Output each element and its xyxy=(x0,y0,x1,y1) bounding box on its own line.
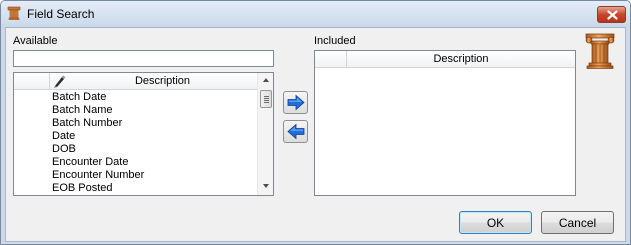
list-item[interactable]: DOB xyxy=(52,143,76,156)
available-grid[interactable]: Description Batch Date Batch Name Batch … xyxy=(13,72,274,196)
column-icon xyxy=(585,33,615,69)
list-item[interactable]: Encounter Date xyxy=(52,156,128,169)
add-button[interactable] xyxy=(283,91,308,114)
available-grid-header: Description xyxy=(14,73,257,90)
scroll-up-icon[interactable] xyxy=(258,73,274,87)
row-selector-header xyxy=(315,51,347,68)
search-input[interactable] xyxy=(13,50,274,67)
pencil-icon xyxy=(54,75,66,88)
arrow-left-icon xyxy=(287,123,305,140)
list-item[interactable]: EOB Posted xyxy=(52,182,113,195)
available-rows: Batch Date Batch Name Batch Number Date … xyxy=(14,91,257,195)
window-title: Field Search xyxy=(27,7,95,21)
dialog-body: Available Description Batch Date Batch N… xyxy=(5,27,626,242)
list-item[interactable]: Batch Number xyxy=(52,117,122,130)
list-item[interactable]: Date xyxy=(52,130,75,143)
available-label: Available xyxy=(13,35,58,47)
ok-button[interactable]: OK xyxy=(459,211,532,234)
list-item[interactable]: Batch Name xyxy=(52,104,113,117)
list-item[interactable]: Encounter Number xyxy=(52,169,144,182)
remove-button[interactable] xyxy=(283,120,308,143)
arrow-right-icon xyxy=(287,94,305,111)
included-label: Included xyxy=(314,35,356,47)
title-bar[interactable]: Field Search xyxy=(1,1,630,27)
field-search-dialog: Field Search Available Description Batch… xyxy=(0,0,631,245)
available-description-header[interactable]: Description xyxy=(68,73,257,90)
included-grid-header: Description xyxy=(315,51,575,68)
scroll-thumb[interactable] xyxy=(260,90,272,108)
scroll-down-icon[interactable] xyxy=(258,179,274,193)
close-button[interactable] xyxy=(597,6,626,23)
list-item[interactable]: Batch Date xyxy=(52,91,106,104)
column-icon xyxy=(7,6,21,20)
row-selector-header xyxy=(14,73,50,90)
close-icon xyxy=(607,10,618,20)
available-scrollbar[interactable] xyxy=(257,73,273,195)
included-grid[interactable]: Description xyxy=(314,50,576,196)
included-description-header[interactable]: Description xyxy=(347,51,575,68)
cancel-button[interactable]: Cancel xyxy=(541,211,614,234)
